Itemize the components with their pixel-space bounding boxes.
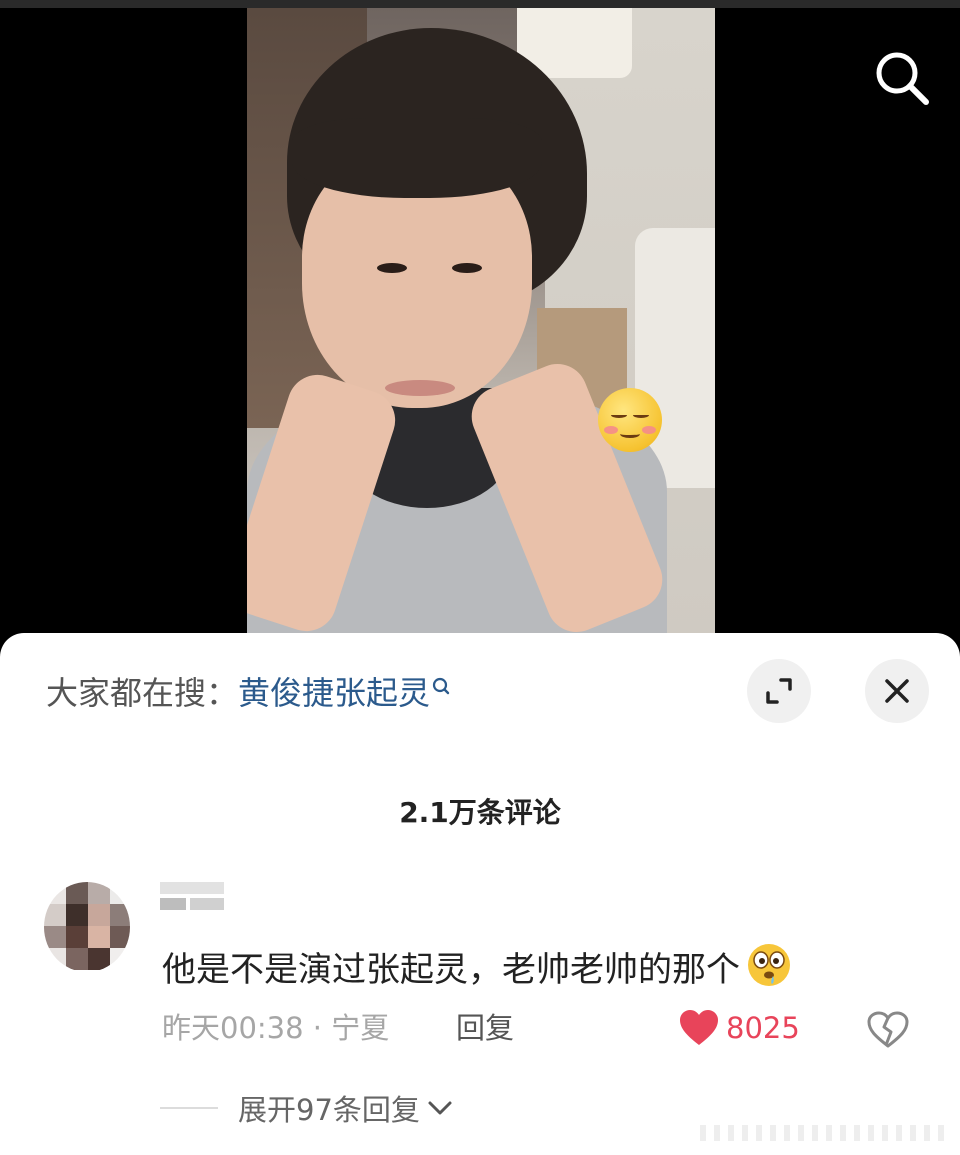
sticker-blush-left (604, 426, 618, 434)
comment-count-title: 2.1万条评论 (399, 796, 561, 829)
person-eye-right (452, 263, 482, 273)
person-eye-left (377, 263, 407, 273)
close-icon (885, 679, 909, 703)
person-mouth (385, 380, 455, 396)
comment-sheet: 大家都在搜：黄俊捷张起灵 2.1万条评论 他是不是演过张起灵，老帅老帅的那个 昨… (0, 633, 960, 1155)
chevron-down-icon (428, 1101, 452, 1115)
close-button[interactable] (865, 659, 929, 723)
search-button[interactable] (872, 48, 932, 108)
status-strip (0, 0, 960, 8)
reply-button[interactable]: 回复 (456, 1008, 514, 1048)
comment-time-location: 昨天00:38 · 宁夏 (162, 1011, 390, 1045)
hot-search-bar: 大家都在搜：黄俊捷张起灵 (46, 671, 450, 715)
comment-body: 他是不是演过张起灵，老帅老帅的那个 (162, 950, 740, 990)
like-button[interactable]: 8025 (678, 1008, 800, 1048)
home-indicator (700, 1125, 950, 1141)
search-icon (876, 52, 929, 105)
expand-replies-label: 展开97条回复 (238, 1093, 420, 1127)
expand-replies-button[interactable]: 展开97条回复 (160, 1088, 454, 1128)
like-count: 8025 (726, 1011, 800, 1045)
search-small-icon[interactable] (432, 677, 450, 697)
video-frame[interactable] (247, 8, 715, 640)
expand-icon (766, 678, 792, 704)
expand-button[interactable] (747, 659, 811, 723)
sticker-smile (620, 430, 640, 438)
username-redacted[interactable] (160, 882, 230, 918)
person-fringe (292, 118, 542, 198)
video-area[interactable] (0, 0, 960, 640)
sticker-eye-right (633, 412, 649, 418)
expand-divider (160, 1107, 218, 1109)
hot-search-term[interactable]: 黄俊捷张起灵 (238, 674, 430, 712)
heart-icon (680, 1010, 718, 1045)
avatar[interactable] (44, 882, 130, 972)
broken-heart-icon (867, 1011, 909, 1048)
comment-text: 他是不是演过张起灵，老帅老帅的那个 (162, 942, 794, 1001)
sticker-eye-left (611, 412, 627, 418)
sticker-blush-right (642, 426, 656, 434)
hot-search-prefix: 大家都在搜： (46, 674, 239, 712)
blushing-smile-emoji-icon (598, 388, 662, 452)
drooling-eyes-emoji-icon (744, 942, 794, 1001)
dislike-button[interactable] (866, 1011, 910, 1053)
